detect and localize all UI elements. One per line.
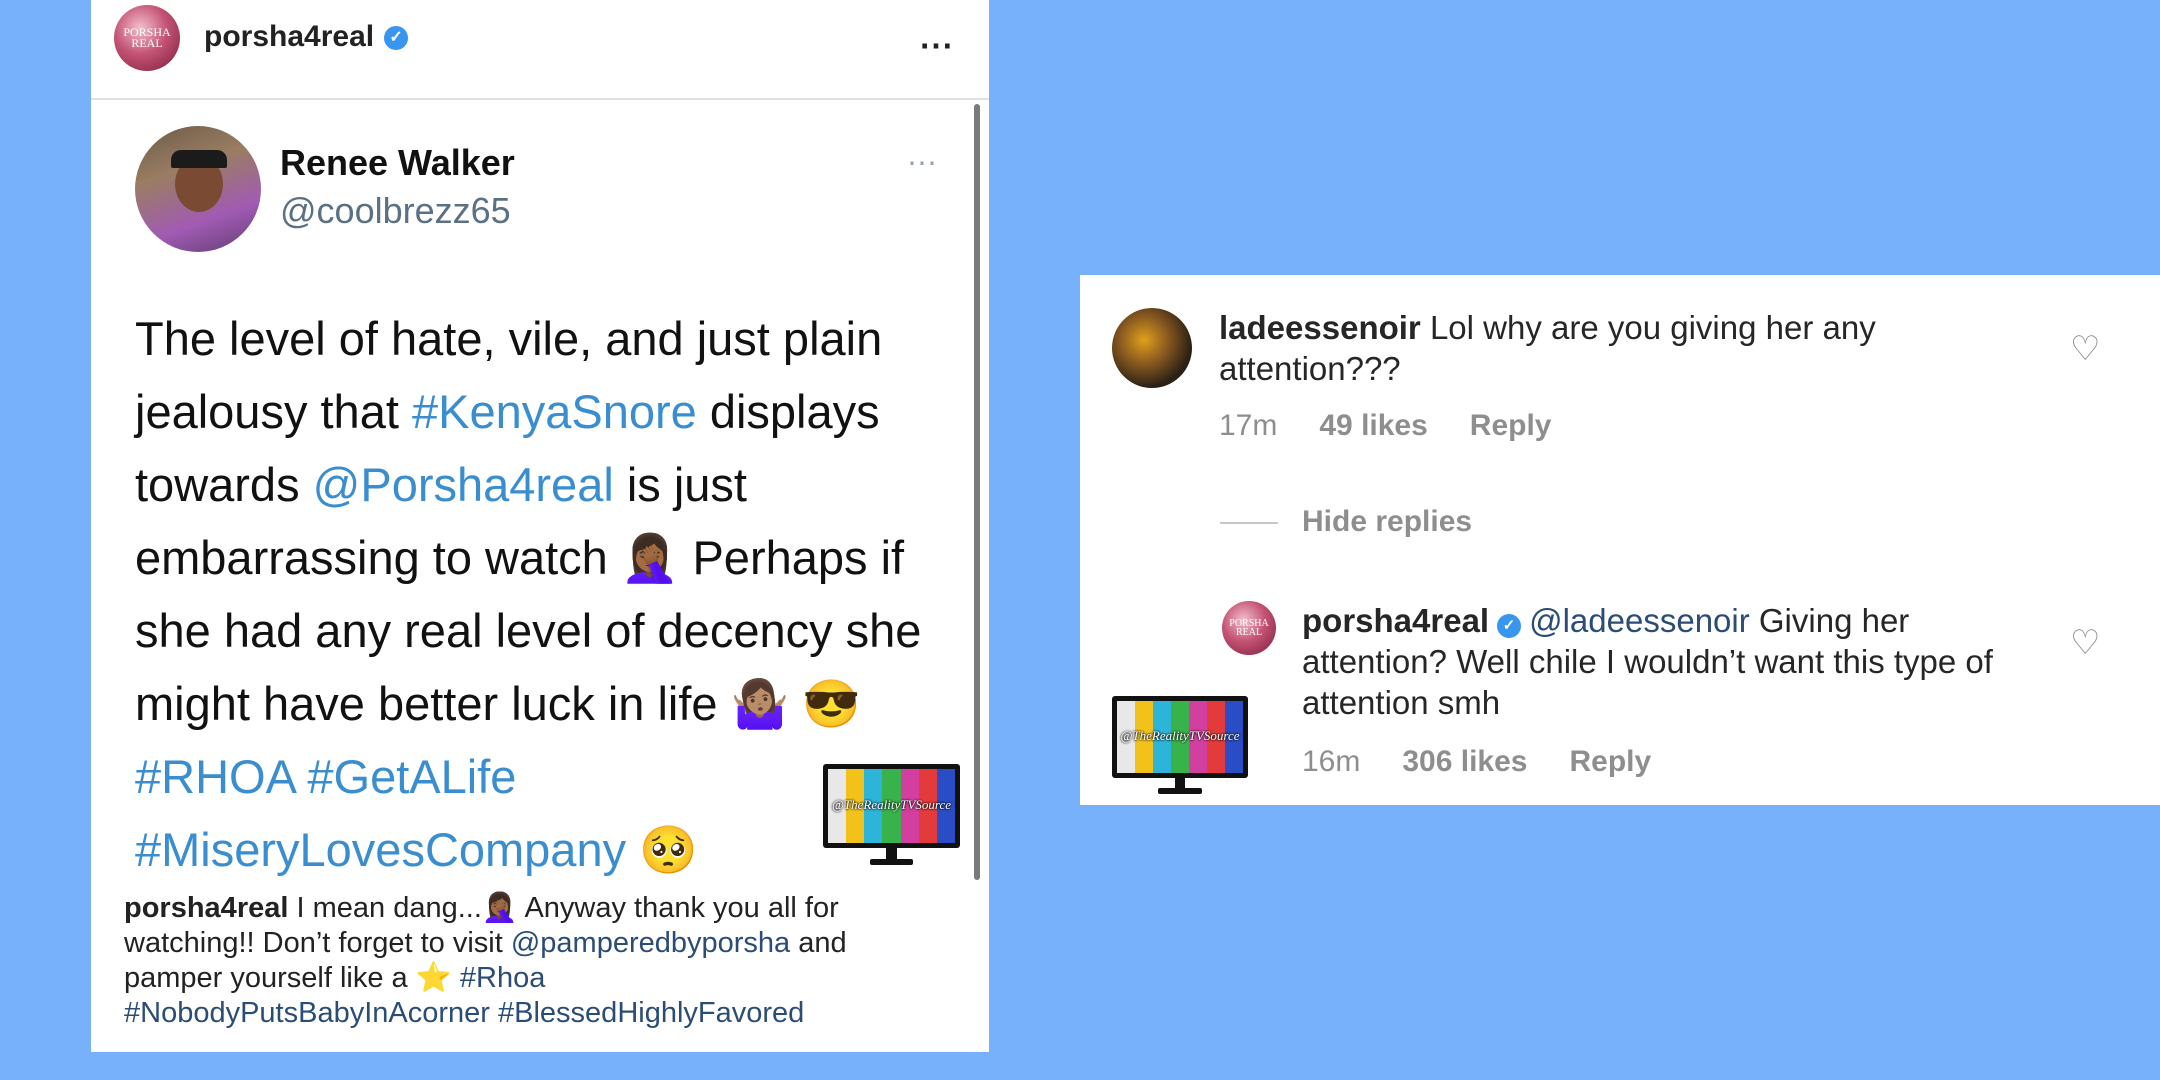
watermark-text-right: @TheRealityTVSource — [1120, 728, 1240, 743]
comment-likes[interactable]: 49 likes — [1319, 409, 1427, 442]
hide-replies-button[interactable]: Hide replies — [1302, 505, 1472, 539]
username-text[interactable]: porsha4real — [204, 20, 374, 53]
comment-body: ladeessenoir Lol why are you giving her … — [1219, 307, 2039, 389]
instagram-post-card: PORSHA REAL porsha4real ✓ ⋯ Renee Walker … — [91, 0, 989, 1052]
tweet-author-name: Renee Walker — [280, 142, 515, 183]
caption-hashtag-rhoa[interactable]: #Rhoa — [460, 962, 545, 994]
verified-badge-icon: ✓ — [384, 26, 409, 51]
tv-stand — [886, 848, 897, 859]
scrollbar[interactable] — [974, 104, 980, 880]
reply-verified-badge-icon: ✓ — [1497, 614, 1522, 638]
reply-avatar-monogram: PORSHA REAL — [1229, 618, 1269, 638]
tweet-text-part: 🥺 — [626, 823, 698, 876]
tv-foot — [1158, 788, 1202, 794]
caption-username[interactable]: porsha4real — [124, 892, 288, 924]
hide-replies-divider — [1220, 522, 1278, 524]
hashtag-getalife: #GetALife — [307, 750, 517, 803]
hashtag-rhoa: #RHOA — [135, 750, 295, 803]
caption-hashtag-nobody[interactable]: #NobodyPutsBabyInAcorner — [124, 997, 490, 1029]
comment-time: 17m — [1219, 409, 1278, 442]
reply-like-heart-icon[interactable]: ♡ — [2070, 623, 2100, 663]
post-username[interactable]: porsha4real ✓ — [204, 20, 409, 54]
comment-thread-card: ladeessenoir Lol why are you giving her … — [1080, 275, 2160, 805]
reply-likes[interactable]: 306 likes — [1402, 745, 1527, 778]
comment-username[interactable]: ladeessenoir — [1219, 309, 1421, 346]
tweet-author-handle: @coolbrezz65 — [280, 190, 511, 231]
reply-reply-button[interactable]: Reply — [1569, 745, 1651, 778]
watermark-text: @TheRealityTVSource — [831, 796, 952, 812]
mention-porsha4real: @Porsha4real — [312, 458, 614, 511]
comment-reply-button[interactable]: Reply — [1470, 409, 1552, 442]
reply-body: porsha4real ✓ @ladeessenoir Giving her att… — [1302, 600, 2042, 723]
comment-meta: 17m 49 likes Reply — [1219, 409, 1594, 443]
tv-watermark-logo: @TheRealityTVSource — [823, 764, 960, 867]
caption-mention[interactable]: @pamperedbyporsha — [511, 927, 790, 959]
more-options-icon[interactable]: ⋯ — [919, 26, 955, 66]
comment-like-heart-icon[interactable]: ♡ — [2070, 329, 2100, 369]
tv-watermark-logo-right: @TheRealityTVSource — [1112, 696, 1248, 796]
commenter-avatar[interactable] — [1112, 308, 1192, 388]
reply-meta: 16m 306 likes Reply — [1302, 745, 1693, 779]
reply-username[interactable]: porsha4real — [1302, 602, 1489, 639]
post-header: PORSHA REAL porsha4real ✓ ⋯ — [91, 0, 989, 100]
hashtag-kenyasnore: #KenyaSnore — [411, 385, 697, 438]
hashtag-miserylovescompany: #MiseryLovesCompany — [135, 823, 627, 876]
avatar-cap — [171, 150, 227, 168]
profile-avatar[interactable]: PORSHA REAL — [114, 5, 180, 71]
tv-stand — [1174, 778, 1186, 788]
avatar-monogram: PORSHA REAL — [123, 25, 171, 50]
tv-foot — [869, 858, 914, 865]
reply-avatar[interactable]: PORSHA REAL — [1222, 601, 1276, 655]
reply-mention[interactable]: @ladeessenoir — [1529, 602, 1750, 639]
reply-time: 16m — [1302, 745, 1361, 778]
post-caption: porsha4real I mean dang...🤦🏾‍♀️ Anyway t… — [124, 891, 944, 1031]
caption-hashtag-blessed[interactable]: #BlessedHighlyFavored — [498, 997, 804, 1029]
tweet-more-icon: ⋯ — [907, 147, 939, 180]
tweet-author-avatar — [135, 126, 261, 252]
